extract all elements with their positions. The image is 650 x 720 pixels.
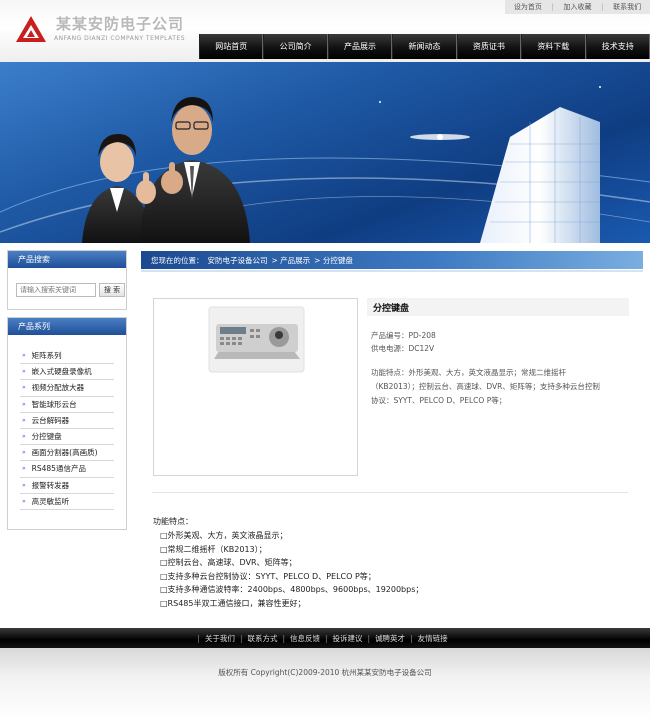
features-title: 功能特点： (153, 517, 193, 526)
product-features-2: （KB2013）；控制云台、高速球、DVR、矩阵等；支持多种云台控制 (371, 382, 600, 391)
breadcrumb-home[interactable]: 安防电子设备公司 (208, 255, 268, 266)
product-code: 产品编号：PD-208 (371, 331, 436, 340)
double-chevron-right-icon: » (22, 433, 26, 441)
nav-products[interactable]: 产品展示 (327, 34, 393, 59)
category-label: 高灵敏监听 (31, 496, 70, 506)
double-chevron-right-icon: » (22, 416, 26, 424)
double-chevron-right-icon: » (22, 497, 26, 505)
search-button[interactable]: 搜 索 (99, 283, 125, 297)
footer-link-feedback[interactable]: 信息反馈 (290, 633, 320, 644)
separator: | (601, 3, 604, 11)
category-item[interactable]: » 画面分割器(高画质) (20, 445, 114, 462)
contact-link[interactable]: 联系我们 (613, 2, 641, 12)
category-item[interactable]: » 分控键盘 (20, 429, 114, 446)
category-item[interactable]: » RS485通信产品 (20, 461, 114, 478)
banner-illustration (0, 86, 650, 243)
content-divider (152, 492, 628, 493)
double-chevron-right-icon: » (22, 481, 26, 489)
nav-home[interactable]: 网站首页 (199, 34, 264, 59)
nav-support[interactable]: 技术支持 (585, 34, 650, 59)
breadcrumb-prefix: 您现在的位置： (151, 255, 204, 265)
product-category-panel: 产品系列 » 矩阵系列 » 嵌入式硬盘录像机 » 视频分配放大器 » 智能球形云台 » 云… (7, 317, 127, 530)
category-label: 报警转发器 (31, 480, 70, 490)
logo-subtitle: ANFANG DIANZI COMPANY TEMPLATES (54, 35, 186, 42)
feature-item: □支持多种云台控制协议：SYYT、PELCO D、PELCO P等； (160, 571, 376, 581)
separator: | (367, 633, 371, 643)
double-chevron-right-icon: » (22, 368, 26, 376)
footer-link-suggestions[interactable]: 投诉建议 (333, 633, 363, 644)
separator: | (551, 3, 554, 11)
separator: | (197, 633, 200, 643)
nav-news[interactable]: 新闻动态 (392, 34, 457, 59)
double-chevron-right-icon: » (22, 352, 26, 360)
hero-banner (0, 62, 650, 243)
separator: | (410, 633, 413, 643)
feature-item: □控制云台、高速球、DVR、矩阵等； (160, 558, 297, 568)
footer-link-friends[interactable]: 友情链接 (418, 633, 448, 644)
top-links: 设为首页 | 加入收藏 | 联系我们 (505, 0, 650, 14)
footer-link-contact[interactable]: 联系方式 (247, 633, 277, 644)
breadcrumb-underline (141, 270, 643, 272)
nav-about[interactable]: 公司简介 (263, 34, 328, 59)
footer-link-jobs[interactable]: 诚聘英才 (375, 633, 405, 644)
category-label: 视频分配放大器 (31, 383, 85, 393)
category-label: 云台解码器 (31, 415, 70, 425)
breadcrumb: 您现在的位置： 安防电子设备公司 > 产品展示 > 分控键盘 (141, 251, 643, 269)
feature-item: □外形美观、大方，英文液晶显示； (160, 531, 288, 540)
category-item[interactable]: » 报警转发器 (20, 478, 114, 494)
separator: | (282, 633, 285, 643)
feature-item: □RS485半双工通信接口，兼容性更好； (160, 598, 306, 608)
footer-nav: | 关于我们 | 联系方式 | 信息反馈 | 投诉建议 | 诚聘英才 | 友情链… (0, 628, 650, 648)
footer (0, 648, 650, 720)
category-item[interactable]: » 云台解码器 (20, 413, 114, 429)
keyboard-controller-image (208, 306, 305, 373)
product-features-1: 功能特点：外形美观、大方，英文液晶显示；常规二维摇杆 (371, 368, 566, 377)
category-item[interactable]: » 智能球形云台 (20, 397, 114, 413)
category-list: » 矩阵系列 » 嵌入式硬盘录像机 » 视频分配放大器 » 智能球形云台 » 云台解码器 … (8, 335, 126, 510)
search-input[interactable] (16, 283, 96, 297)
category-label: 画面分割器(高画质) (31, 448, 98, 458)
double-chevron-right-icon: » (22, 400, 26, 408)
copyright: 版权所有 Copyright(C)2009-2010 杭州某某安防电子设备公司 (218, 668, 432, 677)
search-panel-title: 产品搜索 (8, 251, 126, 268)
product-power: 供电电源：DC12V (371, 344, 435, 353)
product-image[interactable] (153, 298, 358, 476)
main-nav: 网站首页 公司简介 产品展示 新闻动态 资质证书 资料下载 技术支持 (199, 34, 650, 59)
separator: | (325, 633, 328, 643)
feature-item: □支持多种通信波特率：2400bps、4800bps、9600bps、19200… (160, 585, 424, 595)
product-search-panel: 产品搜索 搜 索 (7, 250, 127, 310)
category-item[interactable]: » 嵌入式硬盘录像机 (20, 364, 114, 381)
add-favorite-link[interactable]: 加入收藏 (564, 2, 592, 12)
category-label: 嵌入式硬盘录像机 (31, 367, 92, 377)
category-item[interactable]: » 高灵敏监听 (20, 494, 114, 510)
double-chevron-right-icon: » (22, 465, 26, 473)
category-label: 分控键盘 (31, 432, 62, 442)
logo-triangle-icon (16, 16, 46, 42)
set-homepage-link[interactable]: 设为首页 (514, 2, 542, 12)
breadcrumb-products[interactable]: > 产品展示 (272, 255, 311, 266)
product-title: 分控键盘 (367, 298, 629, 316)
double-chevron-right-icon: » (22, 449, 26, 457)
site-header: 某某安防电子公司 ANFANG DIANZI COMPANY TEMPLATES… (0, 0, 650, 62)
category-label: RS485通信产品 (31, 464, 86, 474)
feature-item: □常规二维摇杆（KB2013）； (160, 544, 267, 554)
category-label: 智能球形云台 (31, 399, 77, 409)
category-panel-title: 产品系列 (8, 318, 126, 335)
double-chevron-right-icon: » (22, 384, 26, 392)
category-item[interactable]: » 视频分配放大器 (20, 380, 114, 397)
category-item[interactable]: » 矩阵系列 (20, 348, 114, 365)
separator: | (239, 633, 243, 643)
product-features-3: 协议：SYYT、PELCO D、PELCO P等； (371, 396, 507, 405)
breadcrumb-current: > 分控键盘 (314, 255, 353, 265)
nav-downloads[interactable]: 资料下载 (521, 34, 586, 59)
footer-link-about[interactable]: 关于我们 (205, 633, 235, 644)
category-label: 矩阵系列 (31, 351, 62, 361)
nav-certificates[interactable]: 资质证书 (456, 34, 522, 59)
features-list: □外形美观、大方，英文液晶显示； □常规二维摇杆（KB2013）； □控制云台、… (160, 529, 423, 611)
logo-text[interactable]: 某某安防电子公司 (56, 13, 184, 34)
